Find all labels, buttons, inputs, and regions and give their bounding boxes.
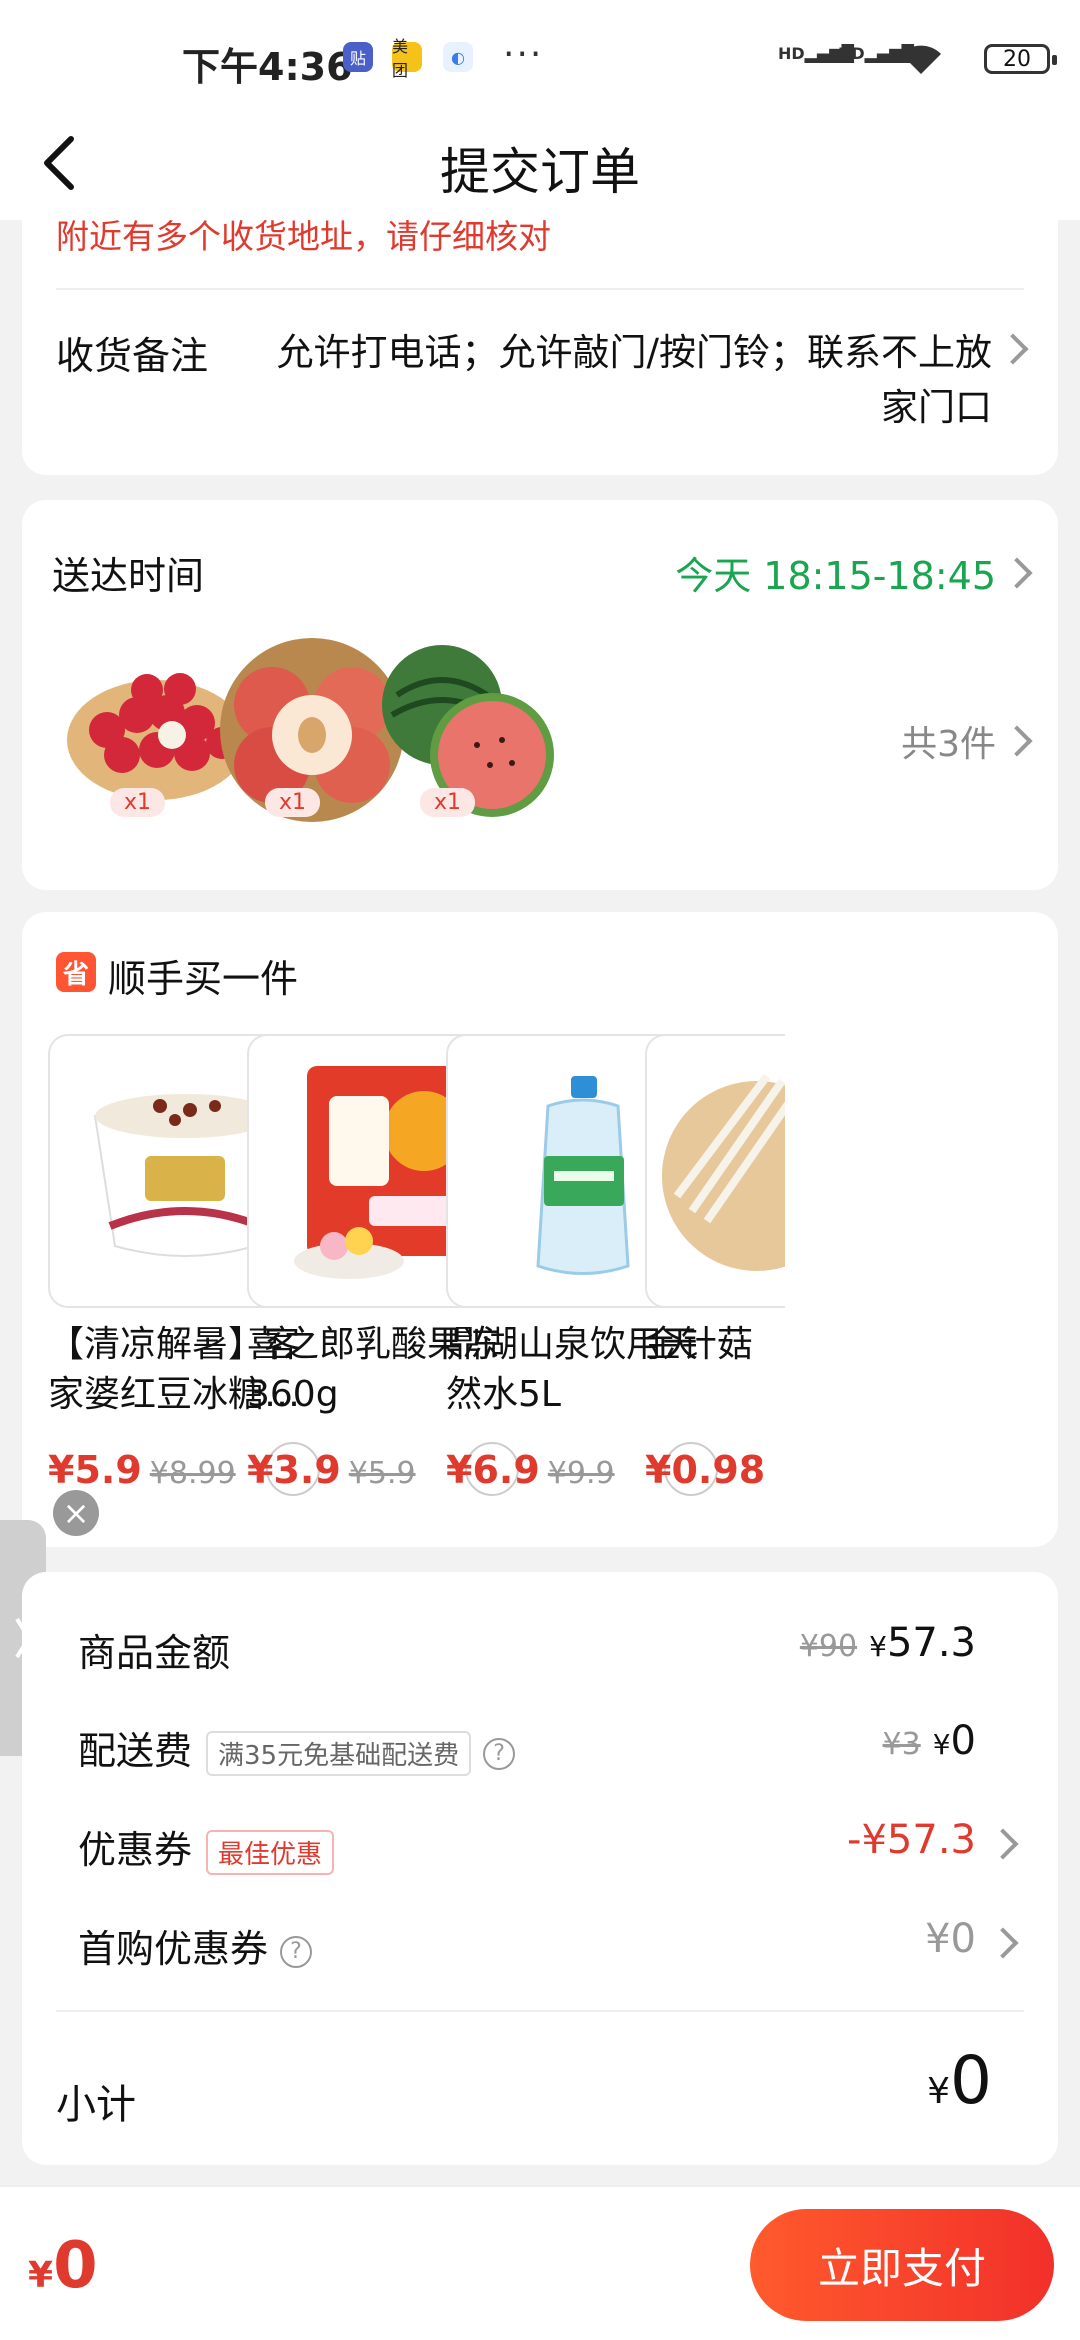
delivery-fee-label: 配送费 满35元免基础配送费? — [78, 1720, 516, 1776]
delivery-time-label: 送达时间 — [52, 554, 205, 598]
enoki-mushroom-image — [662, 1073, 785, 1271]
addon-card: 省 顺手买一件 【清凉解暑】客家婆红豆冰糖… ¥5.9 ¥8.99 喜之郎乳酸果… — [22, 912, 1058, 1547]
addon-item[interactable]: 金针菇 ¥0.98 — [645, 1034, 785, 1492]
addon-item-image — [645, 1034, 785, 1308]
delivery-fee-value: ¥3 ¥0 — [882, 1718, 976, 1764]
coupon-value: -¥57.3 — [847, 1817, 976, 1863]
checkout-bar: ¥0 立即支付 — [0, 2185, 1080, 2340]
chevron-right-icon — [1001, 557, 1033, 589]
nav-bar: 提交订单 — [0, 110, 1080, 220]
first-coupon-row[interactable]: 首购优惠券? ¥0 — [56, 1908, 1024, 1978]
coupon-label: 优惠券 最佳优惠 — [78, 1819, 335, 1875]
divider — [56, 288, 1024, 290]
first-coupon-label: 首购优惠券? — [78, 1918, 313, 1973]
original-price: ¥8.99 — [149, 1456, 236, 1491]
chevron-right-icon — [1001, 725, 1033, 757]
close-icon[interactable]: × — [53, 1490, 99, 1536]
app-icon: ◐ — [443, 42, 473, 72]
qty-badge: x1 — [420, 788, 476, 817]
product-thumb-watermelon[interactable]: x1 — [372, 635, 562, 825]
original-price: ¥9.9 — [547, 1456, 615, 1491]
goods-amount-label: 商品金额 — [78, 1631, 231, 1675]
address-warning: 附近有多个收货地址，请仔细核对 — [56, 217, 551, 256]
qty-badge: x1 — [110, 788, 166, 817]
meituan-icon: 美团 — [392, 37, 422, 80]
chevron-right-icon — [987, 1927, 1019, 1959]
delivery-card: 送达时间 今天 18:15-18:45 x1 x1 x1 共3件 — [22, 500, 1058, 890]
note-value: 允许打电话；允许敲门/按门铃；联系不上放家门口 — [276, 331, 992, 429]
goods-amount-row: 商品金额 ¥90 ¥57.3 — [56, 1612, 1024, 1682]
coupon-row[interactable]: 优惠券 最佳优惠 -¥57.3 — [56, 1809, 1024, 1879]
help-icon[interactable]: ? — [483, 1737, 516, 1770]
status-bar: 下午4:36 贴 美团 ◐ ··· HD▂▄▆█ HD▂▄▆█ 20 — [0, 0, 1080, 110]
note-label: 收货备注 — [56, 334, 209, 378]
item-count: 共3件 — [901, 724, 996, 765]
status-time: 下午4:36 — [182, 45, 353, 89]
delivery-time-value: 今天 18:15-18:45 — [675, 554, 996, 598]
save-badge-icon: 省 — [56, 952, 96, 992]
addon-title: 顺手买一件 — [108, 957, 299, 1001]
subtotal-value: ¥0 — [927, 2042, 992, 2119]
addon-item-name: 金针菇 — [645, 1324, 754, 1365]
best-offer-tag: 最佳优惠 — [206, 1830, 335, 1875]
qty-badge: x1 — [265, 788, 321, 817]
wifi-icon — [901, 45, 941, 74]
more-notifications-icon: ··· — [503, 34, 544, 75]
address-card: 附近有多个收货地址，请仔细核对 收货备注 允许打电话；允许敲门/按门铃；联系不上… — [22, 210, 1058, 475]
first-coupon-value: ¥0 — [925, 1916, 976, 1962]
help-icon[interactable]: ? — [280, 1935, 313, 1968]
total-price: ¥0 — [28, 2229, 98, 2303]
chevron-right-icon — [997, 333, 1029, 365]
page-title: 提交订单 — [440, 143, 640, 201]
summary-card: 商品金额 ¥90 ¥57.3 配送费 满35元免基础配送费? ¥3 ¥0 优惠券 最佳优… — [22, 1572, 1058, 2165]
addon-item-price: ¥0.98 — [645, 1448, 766, 1492]
free-delivery-tag: 满35元免基础配送费 — [206, 1731, 472, 1776]
goods-amount-value: ¥90 ¥57.3 — [799, 1620, 976, 1666]
delivery-fee-row: 配送费 满35元免基础配送费? ¥3 ¥0 — [56, 1710, 1024, 1780]
tie-icon: 贴 — [343, 42, 373, 72]
original-price: ¥5.9 — [348, 1456, 416, 1491]
chevron-right-icon — [987, 1828, 1019, 1860]
subtotal-label: 小计 — [56, 2082, 136, 2128]
pay-now-button[interactable]: 立即支付 — [750, 2209, 1054, 2321]
battery-icon: 20 — [984, 44, 1057, 74]
divider — [56, 2010, 1024, 2012]
